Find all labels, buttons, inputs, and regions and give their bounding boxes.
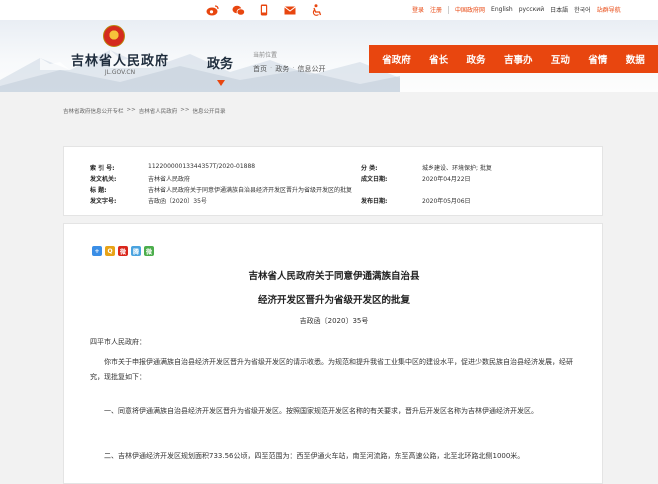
title-label: 标 题: bbox=[90, 187, 107, 194]
main-nav-item[interactable]: 省长 bbox=[429, 52, 448, 66]
top-link[interactable]: 한국어 bbox=[574, 5, 591, 14]
location-separator: · bbox=[292, 64, 295, 72]
caret-down-icon bbox=[217, 80, 225, 86]
date-label: 成文日期: bbox=[361, 176, 388, 183]
main-nav-item[interactable]: 互动 bbox=[551, 52, 570, 66]
document-meta-box: 索 引 号: 11220000013344357T/2020-01888 分 类… bbox=[63, 146, 603, 216]
article-title-line2: 经济开发区晋升为省级开发区的批复 bbox=[257, 295, 410, 306]
date-value: 2020年04月22日 bbox=[422, 176, 471, 183]
index-value: 11220000013344357T/2020-01888 bbox=[148, 163, 256, 170]
main-nav-item[interactable]: 数据 bbox=[626, 52, 645, 66]
site-header: 吉林省人民政府 JL.GOV.CN 政务 当前位置 首页 · 政务 · 信息公开 省政府… bbox=[0, 20, 658, 92]
share-more-icon[interactable]: + bbox=[92, 246, 102, 256]
share-wechat-icon[interactable]: 微 bbox=[144, 246, 154, 256]
article-paragraph-1: 你市关于申报伊通满族自治县经济开发区晋升为省级开发区的请示收悉。为规范和提升我省… bbox=[90, 358, 573, 381]
issuer-value: 吉林省人民政府 bbox=[148, 176, 191, 183]
location-link[interactable]: 信息公开 bbox=[297, 64, 325, 74]
article-content: + Q 微腾微 吉林省人民政府关于同意伊通满族自治县 经济开发区晋升为省级开发区的批… bbox=[63, 223, 603, 484]
location-label: 当前位置 bbox=[253, 52, 278, 59]
mail-icon[interactable] bbox=[283, 3, 297, 17]
article-title-line1: 吉林省人民政府关于同意伊通满族自治县 bbox=[248, 271, 420, 282]
category-value: 城乡建设、环境保护; 批复 bbox=[422, 165, 492, 172]
main-nav: 省政府 省长 政务 吉事办 互动 省情 数据 bbox=[369, 45, 658, 73]
top-link[interactable]: 站群导航 bbox=[597, 5, 621, 14]
wechat-icon[interactable] bbox=[231, 3, 245, 17]
docno-label: 发文字号: bbox=[90, 198, 117, 205]
docno-value: 吉政函〔2020〕35号 bbox=[148, 198, 207, 205]
location-path: 首页 · 政务 · 信息公开 bbox=[253, 64, 325, 74]
main-nav-item[interactable]: 政务 bbox=[467, 52, 486, 66]
top-icon-group bbox=[205, 3, 323, 17]
weibo-icon[interactable] bbox=[205, 3, 219, 17]
location-link[interactable]: 首页 bbox=[253, 64, 267, 74]
article-doc-number: 吉政函〔2020〕35号 bbox=[299, 317, 369, 325]
share-weibo-icon[interactable]: 微 bbox=[118, 246, 128, 256]
section-title: 政务 bbox=[207, 57, 234, 72]
breadcrumb-link[interactable]: 信息公开目录 bbox=[192, 107, 225, 115]
title-value: 吉林省人民政府关于同意伊通满族自治县经济开发区晋升为省级开发区的批复 bbox=[148, 187, 353, 194]
top-link[interactable]: English bbox=[491, 6, 513, 13]
pubdate-value: 2020年05月06日 bbox=[422, 198, 471, 205]
breadcrumb-separator: >> bbox=[126, 107, 136, 113]
breadcrumb: 吉林省政府信息公开专栏 >> 吉林省人民政府 >> 信息公开目录 bbox=[63, 107, 225, 115]
mobile-icon[interactable] bbox=[257, 3, 271, 17]
location-separator: · bbox=[270, 64, 273, 72]
share-qzone-icon[interactable]: Q bbox=[105, 246, 115, 256]
main-nav-item[interactable]: 省政府 bbox=[382, 52, 411, 66]
pubdate-label: 发布日期: bbox=[361, 198, 388, 205]
share-toolbar: + Q 微腾微 bbox=[92, 246, 154, 256]
breadcrumb-separator: >> bbox=[180, 107, 190, 113]
article-paragraph-2: 一、同意将伊通满族自治县经济开发区晋升为省级开发区。按照国家规范开发区名称的有关… bbox=[104, 407, 538, 415]
breadcrumb-link[interactable]: 吉林省人民政府 bbox=[139, 107, 178, 115]
article-paragraph-3: 二、吉林伊通经济开发区规划面积733.56公顷，四至范围为：西至伊通火车站，南至… bbox=[104, 452, 525, 460]
article-salutation: 四平市人民政府： bbox=[90, 338, 146, 346]
top-link[interactable]: русский bbox=[519, 6, 544, 13]
location-link[interactable]: 政务 bbox=[275, 64, 289, 74]
index-label: 索 引 号: bbox=[90, 165, 115, 172]
top-link-separator bbox=[448, 5, 450, 14]
share-tencent-icon[interactable]: 腾 bbox=[131, 246, 141, 256]
issuer-label: 发文机关: bbox=[90, 176, 117, 183]
main-nav-item[interactable]: 吉事办 bbox=[504, 52, 533, 66]
top-utility-bar: 登录 注册 中国政府网 English русский 日本語 한국어 站群导航 bbox=[0, 0, 658, 20]
site-domain: JL.GOV.CN bbox=[104, 69, 136, 76]
main-nav-item[interactable]: 省情 bbox=[588, 52, 607, 66]
site-name[interactable]: 吉林省人民政府 bbox=[70, 50, 170, 69]
national-emblem-logo[interactable] bbox=[103, 25, 125, 47]
accessibility-icon[interactable] bbox=[309, 3, 323, 17]
top-link-group: 登录 注册 中国政府网 English русский 日本語 한국어 站群导航 bbox=[412, 5, 627, 14]
top-link[interactable]: 日本語 bbox=[550, 5, 568, 14]
top-link[interactable]: 中国政府网 bbox=[455, 5, 485, 14]
breadcrumb-link[interactable]: 吉林省政府信息公开专栏 bbox=[63, 107, 124, 115]
top-link[interactable]: 登录 bbox=[412, 5, 424, 14]
category-label: 分 类: bbox=[361, 165, 378, 172]
top-link[interactable]: 注册 bbox=[430, 5, 442, 14]
